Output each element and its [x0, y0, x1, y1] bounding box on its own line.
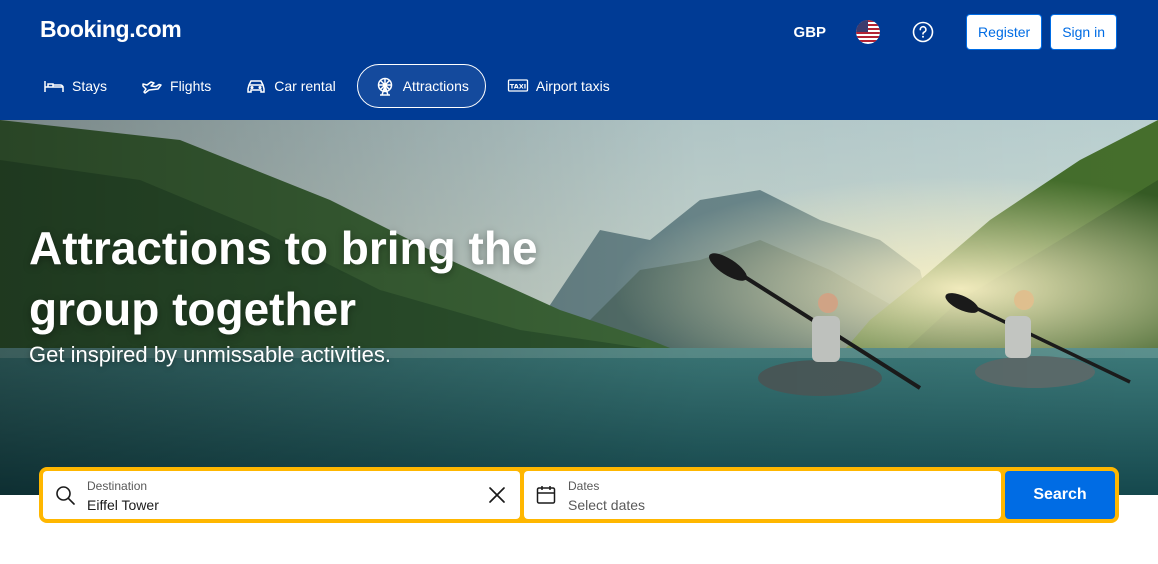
plane-icon: [142, 81, 162, 94]
hero-subtitle: Get inspired by unmissable activities.: [29, 342, 391, 367]
dates-placeholder: Select dates: [568, 497, 646, 513]
nav-item-car-rental[interactable]: Car rental: [232, 64, 348, 108]
hero-banner: Attractions to bring the group together …: [0, 120, 1158, 495]
dates-label: Dates: [568, 479, 600, 493]
car-icon: [247, 80, 265, 93]
svg-text:TAXI: TAXI: [510, 83, 526, 91]
us-flag-icon[interactable]: [856, 20, 881, 44]
nav-item-label: Attractions: [402, 78, 469, 94]
search-bar: Destination Dates Select dates Search: [39, 467, 1119, 523]
nav-item-label: Stays: [72, 78, 108, 94]
register-button[interactable]: Register: [966, 14, 1043, 50]
search-icon: [56, 486, 75, 505]
nav-item-airport-taxis[interactable]: TAXI Airport taxis: [494, 64, 623, 108]
calendar-icon: [536, 486, 556, 504]
booking-logo[interactable]: Booking.com: [40, 16, 182, 43]
product-nav: Stays Flights Car rental Attractions TAX…: [30, 64, 631, 108]
top-header: Booking.com GBP Register Sign in Stays F…: [0, 0, 1158, 120]
help-icon[interactable]: [912, 21, 934, 43]
nav-item-label: Flights: [170, 78, 212, 94]
taxi-icon: TAXI: [507, 79, 529, 92]
search-button[interactable]: Search: [1005, 471, 1115, 519]
nav-item-attractions[interactable]: Attractions: [356, 64, 486, 108]
bed-icon: [44, 81, 64, 92]
currency-selector[interactable]: GBP: [794, 24, 827, 41]
nav-item-label: Car rental: [274, 78, 336, 94]
nav-item-stays[interactable]: Stays: [30, 64, 120, 108]
close-icon[interactable]: [488, 486, 506, 504]
header-actions: GBP Register Sign in: [794, 14, 1117, 50]
destination-field[interactable]: Destination: [43, 471, 520, 519]
nav-item-label: Airport taxis: [535, 78, 610, 94]
destination-input[interactable]: [87, 497, 467, 513]
dates-field[interactable]: Dates Select dates: [524, 471, 1001, 519]
destination-label: Destination: [87, 479, 148, 493]
ferris-wheel-icon: [377, 77, 392, 96]
sign-in-button[interactable]: Sign in: [1050, 14, 1117, 50]
hero-title: Attractions to bring the group together: [29, 222, 538, 335]
nav-item-flights[interactable]: Flights: [128, 64, 224, 108]
